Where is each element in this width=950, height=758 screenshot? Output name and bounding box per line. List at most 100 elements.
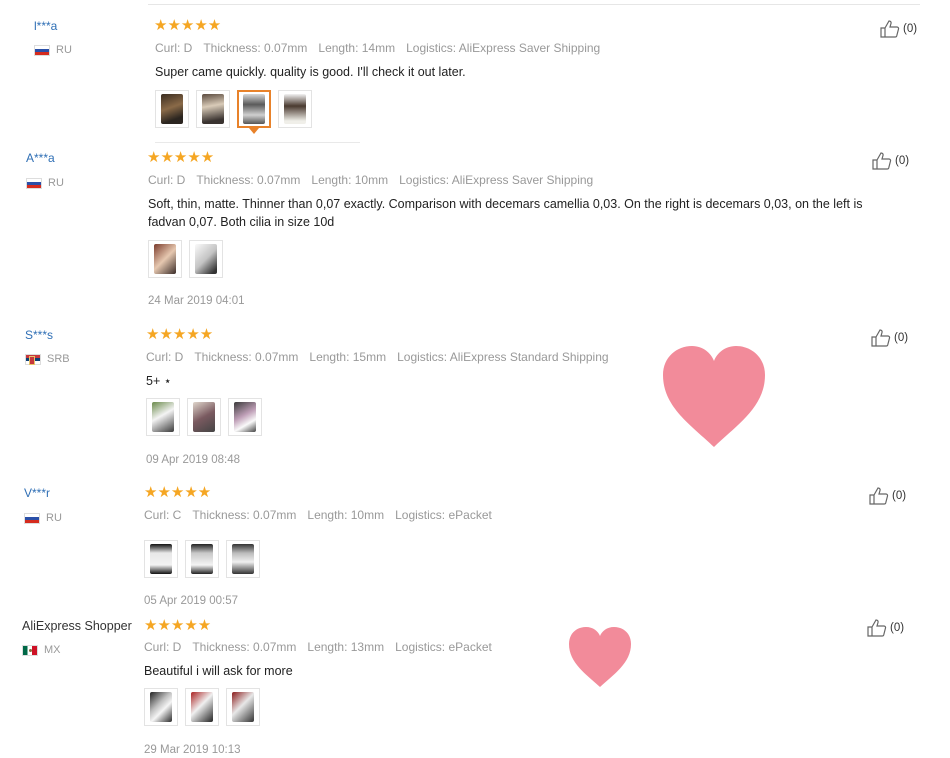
photo-divider: [155, 142, 360, 143]
thumbs-up-icon: [871, 329, 891, 347]
review-text: Soft, thin, matte. Thinner than 0,07 exa…: [148, 197, 863, 229]
attr-thickness: Thickness: 0.07mm: [192, 508, 297, 522]
thumbs-up-icon: [869, 487, 889, 505]
helpful-count: (0): [894, 332, 909, 344]
attr-curl: Curl: D: [148, 173, 186, 187]
review-photos: [144, 540, 260, 578]
attr-thickness: Thickness: 0.07mm: [192, 640, 297, 654]
attr-thickness: Thickness: 0.07mm: [196, 173, 301, 187]
attr-logistics: Logistics: AliExpress Saver Shipping: [406, 41, 601, 55]
attr-curl: Curl: D: [146, 350, 184, 364]
reviewer-name[interactable]: S***s: [25, 328, 53, 342]
star-rating-text: ★★★★★: [146, 326, 214, 343]
review-photo-thumbnail[interactable]: [189, 240, 223, 278]
country-code: SRB: [47, 353, 70, 365]
attr-logistics: Logistics: AliExpress Standard Shipping: [397, 350, 609, 364]
product-attributes: Curl: D Thickness: 0.07mm Length: 13mm L…: [144, 640, 492, 654]
review-photo-thumbnail[interactable]: [187, 398, 221, 436]
product-attributes: Curl: D Thickness: 0.07mm Length: 15mm L…: [146, 350, 609, 364]
review-text: Super came quickly. quality is good. I'l…: [155, 65, 466, 79]
mexico-flag-icon: [22, 644, 38, 656]
star-rating-text: ★★★★★: [144, 484, 212, 501]
russia-flag-icon: [24, 512, 40, 524]
reviewer-name[interactable]: V***r: [24, 486, 50, 500]
review-date: 05 Apr 2019 00:57: [144, 595, 238, 607]
thumbs-up-icon: [867, 619, 887, 637]
review-text: Beautiful i will ask for more: [144, 664, 293, 678]
russia-flag-icon: [26, 177, 42, 189]
reviewer-name[interactable]: l***a: [34, 19, 57, 33]
thumbs-up-icon: [880, 20, 900, 38]
thumbs-up-icon: [872, 152, 892, 170]
rating-stars: ★★★★★: [147, 150, 214, 165]
product-attributes: Curl: D Thickness: 0.07mm Length: 14mm L…: [155, 41, 600, 55]
review-photos: [155, 90, 312, 134]
country-code: MX: [44, 644, 61, 656]
reviewer-country: SRB: [25, 353, 70, 365]
attr-logistics: Logistics: ePacket: [395, 508, 492, 522]
helpful-button[interactable]: (0): [867, 619, 904, 637]
heart-sticker: [663, 346, 765, 447]
country-code: RU: [46, 512, 62, 524]
helpful-button[interactable]: (0): [880, 20, 917, 38]
review-text: 5+ ⋆: [146, 374, 172, 388]
reviewer-name[interactable]: AliExpress Shopper: [22, 619, 132, 633]
helpful-button[interactable]: (0): [872, 152, 909, 170]
review-date: 09 Apr 2019 08:48: [146, 454, 240, 466]
review-date: 24 Mar 2019 04:01: [148, 295, 245, 307]
reviewer-country: MX: [22, 644, 61, 656]
helpful-button[interactable]: (0): [869, 487, 906, 505]
reviewer-name[interactable]: A***a: [26, 151, 55, 165]
review-photo-thumbnail[interactable]: [185, 540, 219, 578]
review-photo-thumbnail[interactable]: [196, 90, 230, 128]
attr-length: Length: 15mm: [309, 350, 387, 364]
helpful-count: (0): [890, 622, 905, 634]
attr-curl: Curl: D: [144, 640, 182, 654]
attr-length: Length: 14mm: [318, 41, 396, 55]
review-photos: [144, 688, 260, 726]
heart-sticker: [569, 627, 631, 687]
reviewer-country: RU: [26, 177, 64, 189]
review-photo-thumbnail[interactable]: [226, 688, 260, 726]
product-attributes: Curl: C Thickness: 0.07mm Length: 10mm L…: [144, 508, 492, 522]
review-photo-thumbnail-selected[interactable]: [237, 90, 271, 134]
review-photo-thumbnail[interactable]: [148, 240, 182, 278]
attr-curl: Curl: C: [144, 508, 182, 522]
helpful-count: (0): [903, 23, 918, 35]
top-divider: [148, 4, 920, 5]
star-rating-text: ★★★★★: [147, 149, 215, 166]
review-date: 29 Mar 2019 10:13: [144, 744, 241, 756]
review-photo-thumbnail[interactable]: [144, 540, 178, 578]
serbia-flag-icon: [25, 353, 41, 365]
country-code: RU: [56, 44, 72, 56]
helpful-count: (0): [892, 490, 907, 502]
attr-length: Length: 10mm: [307, 508, 385, 522]
helpful-button[interactable]: (0): [871, 329, 908, 347]
review-photo-thumbnail[interactable]: [228, 398, 262, 436]
review-photo-thumbnail[interactable]: [278, 90, 312, 128]
attr-curl: Curl: D: [155, 41, 193, 55]
attr-logistics: Logistics: ePacket: [395, 640, 492, 654]
helpful-count: (0): [895, 155, 910, 167]
rating-stars: ★★★★★: [146, 327, 213, 342]
attr-logistics: Logistics: AliExpress Saver Shipping: [399, 173, 594, 187]
review-photos: [148, 240, 223, 278]
review-photo-thumbnail[interactable]: [144, 688, 178, 726]
review-photo-thumbnail[interactable]: [185, 688, 219, 726]
reviewer-country: RU: [24, 512, 62, 524]
rating-stars: ★★★★★: [144, 618, 211, 633]
attr-length: Length: 13mm: [307, 640, 385, 654]
review-photo-thumbnail[interactable]: [146, 398, 180, 436]
country-code: RU: [48, 177, 64, 189]
attr-thickness: Thickness: 0.07mm: [203, 41, 308, 55]
review-photo-thumbnail[interactable]: [226, 540, 260, 578]
rating-stars: ★★★★★: [144, 485, 211, 500]
rating-stars: ★★★★★: [154, 18, 221, 33]
review-photos: [146, 398, 262, 436]
star-rating-text: ★★★★★: [154, 17, 222, 34]
reviewer-country: RU: [34, 44, 72, 56]
attr-thickness: Thickness: 0.07mm: [194, 350, 299, 364]
attr-length: Length: 10mm: [311, 173, 389, 187]
star-rating-text: ★★★★★: [144, 617, 212, 634]
review-photo-thumbnail[interactable]: [155, 90, 189, 128]
